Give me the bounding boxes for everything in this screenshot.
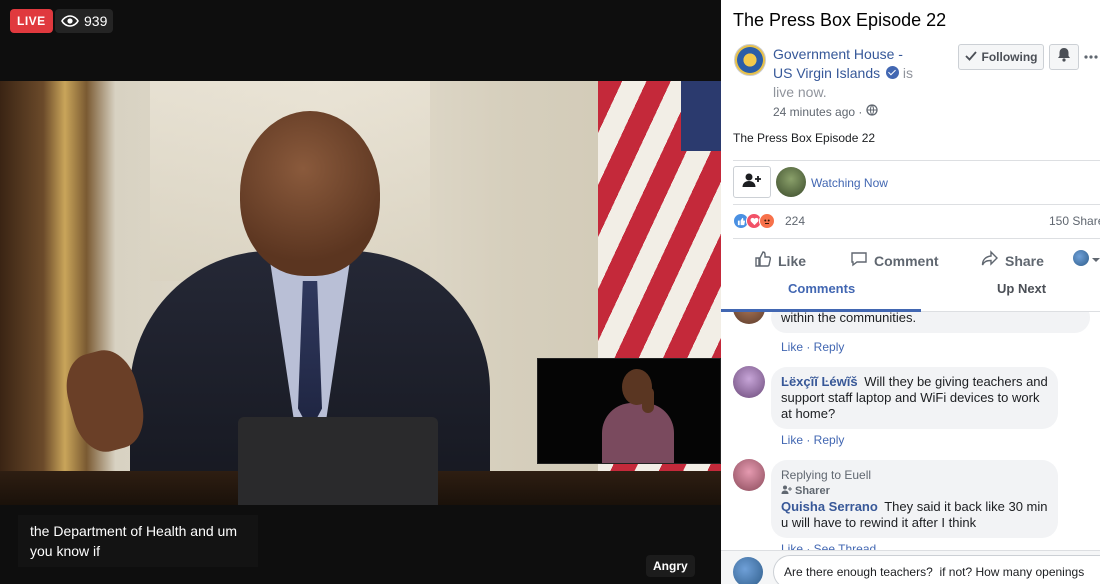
post-timestamp[interactable]: 24 minutes ago ·: [773, 105, 862, 119]
watcher-avatar[interactable]: [776, 167, 806, 197]
comment-actions[interactable]: Like · See Thread: [781, 542, 876, 550]
comment-bubble: within the communities.: [771, 312, 1090, 333]
audience-selector[interactable]: [1073, 250, 1100, 266]
reaction-icons[interactable]: [733, 213, 775, 229]
sharer-label: Sharer: [795, 485, 830, 497]
comment-label: Comment: [874, 252, 939, 269]
post-actions: Like Comment Share: [721, 246, 1100, 274]
following-label: Following: [981, 50, 1038, 64]
share-icon: [981, 250, 999, 271]
reaction-tooltip: Angry: [646, 555, 695, 577]
live-side-panel: The Press Box Episode 22 Government Hous…: [721, 0, 1100, 584]
comment-actions[interactable]: Like · Reply: [781, 340, 844, 354]
share-button[interactable]: Share: [981, 250, 1044, 271]
live-caption: the Department of Health and um you know…: [18, 515, 258, 567]
caption-line-2: you know if: [30, 543, 101, 559]
comment-bubble: Ŀëxçĩĩ Ŀéwĩš Will they be giving teacher…: [771, 367, 1058, 429]
divider: [733, 160, 1100, 161]
comment-input[interactable]: [773, 555, 1100, 584]
thumbs-up-icon: [754, 250, 772, 271]
chevron-down-icon: [1091, 250, 1100, 266]
comment-author[interactable]: Ŀëxçĩĩ Ŀéwĩš: [781, 374, 858, 389]
video-title: The Press Box Episode 22: [733, 10, 947, 30]
viewer-count-badge: 939: [55, 9, 114, 33]
share-label: Share: [1005, 252, 1044, 269]
check-icon: [964, 50, 977, 64]
bell-icon: [1057, 47, 1071, 67]
comment-actions[interactable]: Like · Reply: [781, 433, 844, 447]
comment-avatar[interactable]: [733, 459, 765, 491]
more-icon[interactable]: [1084, 44, 1100, 70]
tab-up-next[interactable]: Up Next: [997, 281, 1046, 296]
comment-avatar[interactable]: [733, 312, 765, 324]
divider: [733, 204, 1100, 205]
post-meta: 24 minutes ago ·: [773, 104, 879, 119]
like-button[interactable]: Like: [754, 250, 806, 271]
comment-text: within the communities.: [781, 312, 917, 325]
live-badge: LIVE: [10, 9, 53, 33]
tablet-device: [238, 417, 438, 505]
comment-button[interactable]: Comment: [850, 250, 939, 271]
page-name: Government House - US Virgin Islands is …: [773, 45, 953, 102]
caption-line-1: the Department of Health and um: [30, 523, 238, 539]
live-status-is: is: [902, 65, 914, 81]
sign-language-interpreter-inset: [537, 358, 721, 464]
page-name-link-line1[interactable]: Government House -: [773, 46, 903, 62]
comments-list[interactable]: within the communities. Like · Reply Ŀëx…: [721, 312, 1100, 550]
tab-comments[interactable]: Comments: [788, 281, 855, 296]
eye-icon: [61, 15, 79, 27]
page-avatar[interactable]: [734, 44, 766, 76]
page-name-link-line2[interactable]: US Virgin Islands: [773, 65, 880, 81]
notifications-button[interactable]: [1049, 44, 1079, 70]
post-description: The Press Box Episode 22: [733, 131, 876, 145]
angry-reaction-icon: [759, 213, 775, 229]
comment-bubble: Replying to Euell Sharer Quisha Serrano …: [771, 460, 1058, 538]
comment-author[interactable]: Quisha Serrano: [781, 499, 878, 514]
profile-avatar: [1073, 250, 1089, 266]
divider: [733, 238, 1100, 239]
share-count[interactable]: 150 Shares: [1049, 214, 1100, 228]
live-status-text: live now.: [773, 84, 827, 100]
live-video-page: LIVE 939 the Department of Health and um…: [0, 0, 1100, 584]
sharer-tag: Sharer: [781, 483, 1048, 499]
replying-to-note[interactable]: Replying to Euell: [781, 467, 1048, 483]
comment-icon: [850, 250, 868, 271]
watching-now-link[interactable]: Watching Now: [811, 176, 888, 190]
like-label: Like: [778, 252, 807, 269]
invite-friends-button[interactable]: [733, 166, 771, 198]
sharer-icon: [781, 483, 792, 499]
add-friend-icon: [742, 172, 762, 193]
verified-badge-icon: [886, 66, 900, 79]
panel-tabs: Comments Up Next: [721, 278, 1100, 312]
following-button[interactable]: Following: [958, 44, 1044, 70]
globe-icon: [866, 104, 879, 119]
viewer-count: 939: [84, 13, 108, 29]
video-player[interactable]: LIVE 939 the Department of Health and um…: [0, 0, 721, 584]
reaction-count[interactable]: 224: [785, 214, 805, 228]
comment-avatar[interactable]: [733, 366, 765, 398]
comment-composer: [721, 550, 1100, 584]
profile-avatar: [733, 557, 763, 584]
